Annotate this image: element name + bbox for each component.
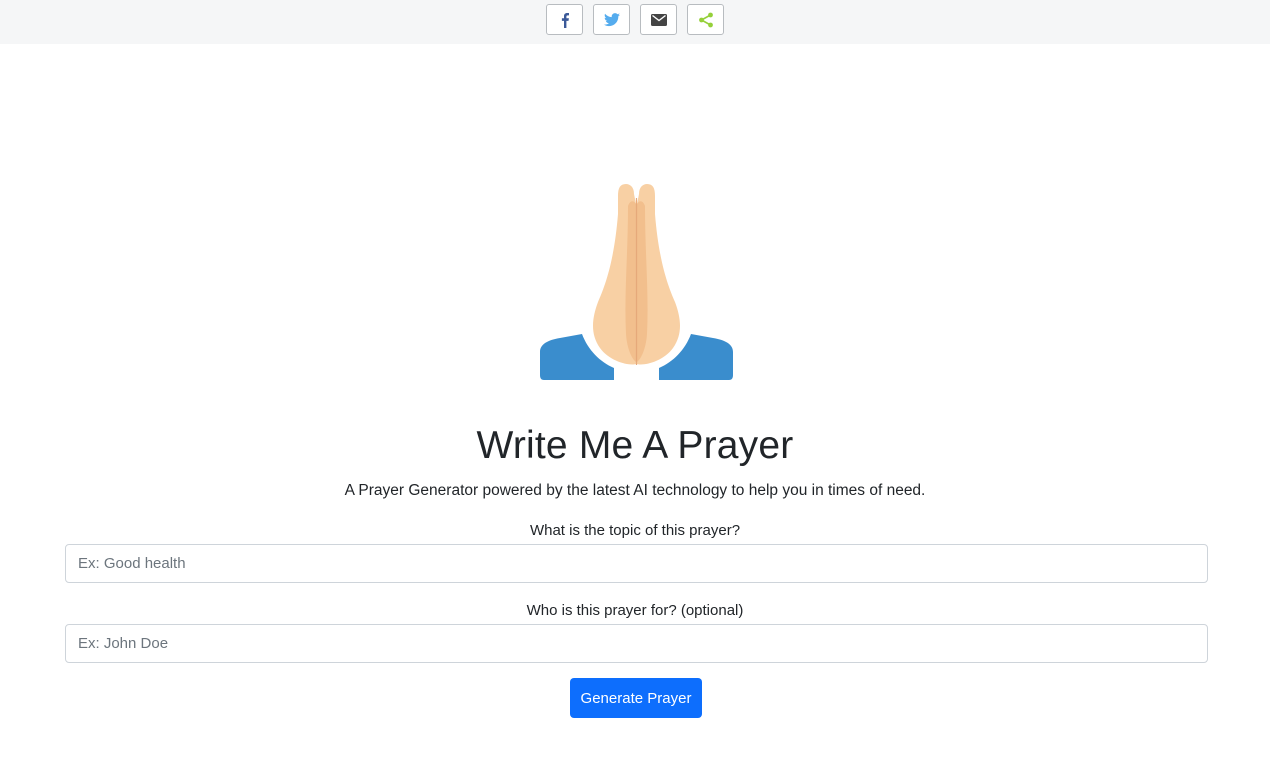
generate-prayer-button[interactable]: Generate Prayer xyxy=(570,678,702,718)
page-title: Write Me A Prayer xyxy=(476,424,794,467)
topic-label: What is the topic of this prayer? xyxy=(529,522,741,539)
sharethis-share-button[interactable] xyxy=(687,4,724,35)
twitter-share-button[interactable] xyxy=(593,4,630,35)
facebook-icon xyxy=(561,12,569,28)
page-subtitle: A Prayer Generator powered by the latest… xyxy=(344,482,926,499)
recipient-label: Who is this prayer for? (optional) xyxy=(526,602,744,619)
share-bar xyxy=(0,0,1270,44)
twitter-icon xyxy=(603,12,620,26)
facebook-share-button[interactable] xyxy=(546,4,583,35)
share-icon xyxy=(698,12,713,27)
topic-input[interactable] xyxy=(65,544,1208,583)
recipient-input[interactable] xyxy=(65,624,1208,663)
share-buttons xyxy=(546,4,724,35)
email-share-button[interactable] xyxy=(640,4,677,35)
email-icon xyxy=(650,13,667,26)
folded-hands-icon xyxy=(538,184,735,380)
